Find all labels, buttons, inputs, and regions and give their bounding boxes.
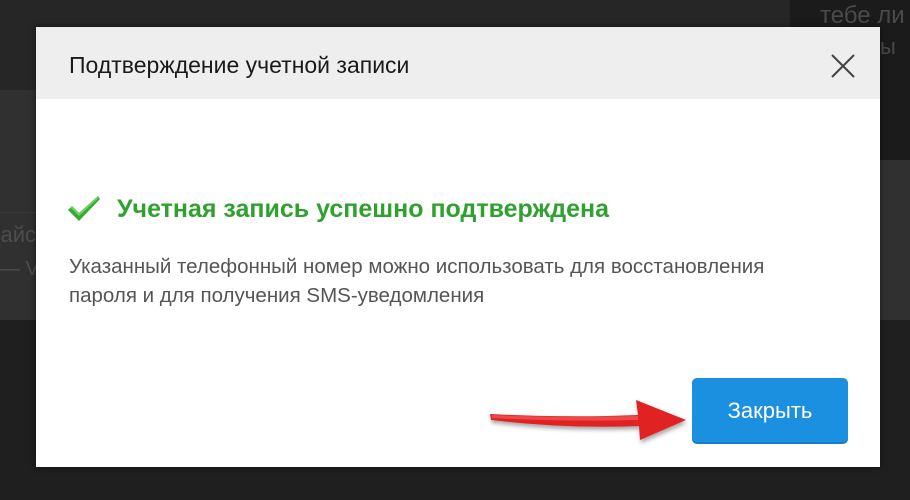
- background-divider: [0, 212, 36, 213]
- background-text: айс: [0, 222, 36, 247]
- checkmark-icon: [68, 196, 100, 221]
- background-text: — V: [0, 258, 36, 280]
- background-text: тебе ли: [820, 2, 905, 29]
- dialog-title: Подтверждение учетной записи: [69, 52, 410, 78]
- success-message: Учетная запись успешно подтверждена: [117, 194, 609, 223]
- account-confirmation-dialog: Подтверждение учетной записи Учетная зап…: [36, 27, 880, 467]
- close-button[interactable]: Закрыть: [692, 378, 848, 444]
- dialog-header: Подтверждение учетной записи: [36, 27, 880, 99]
- dialog-description: Указанный телефонный номер можно использ…: [69, 255, 765, 307]
- close-icon[interactable]: [828, 51, 858, 81]
- background-text: ы: [880, 34, 896, 59]
- success-message-row: Учетная запись успешно подтверждена: [66, 191, 609, 227]
- red-arrow-icon: [490, 400, 686, 440]
